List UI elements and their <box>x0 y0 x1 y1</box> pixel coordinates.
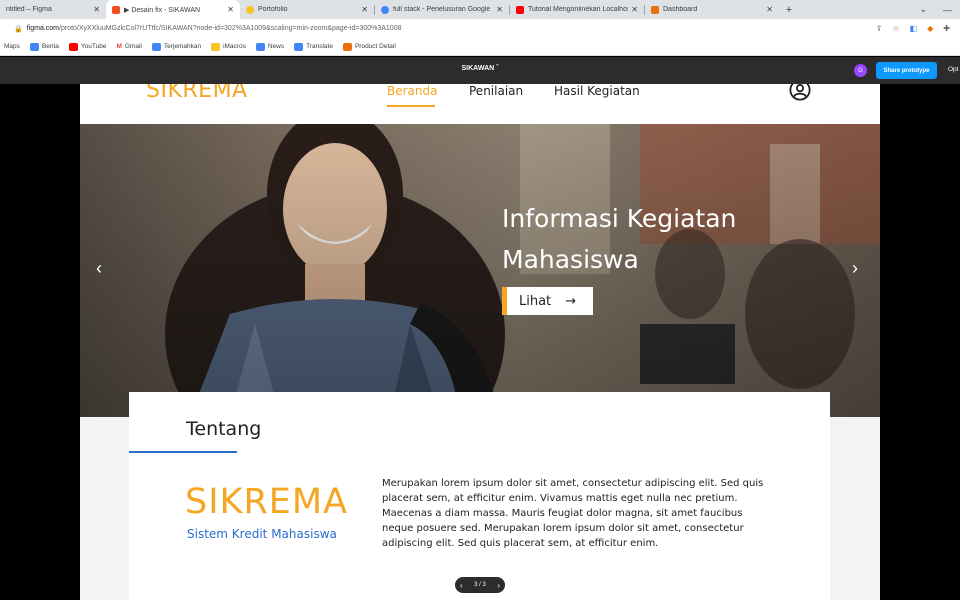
about-subtitle: Sistem Kredit Mahasiswa <box>187 527 337 541</box>
bookmark-label: Terjemahkan <box>163 43 202 50</box>
browser-tab[interactable]: Portofolio ✕ <box>240 0 374 19</box>
browser-tab-strip: ntitled – Figma ✕ ▶ Desain fix - SIKAWAN… <box>0 0 960 19</box>
address-bar-actions: ⇪ ☆ ◧ ◆ ✚ <box>876 24 960 33</box>
about-logo: SIKREMA <box>185 482 349 522</box>
new-tab-button[interactable]: + <box>779 0 799 19</box>
youtube-icon <box>68 42 78 51</box>
browser-tab-active[interactable]: ▶ Desain fix - SIKAWAN ✕ <box>106 0 240 19</box>
close-icon[interactable]: ✕ <box>227 5 234 14</box>
tab-label: Tutorial Mengonlinekan Localhost <box>528 6 629 13</box>
folder-icon <box>29 42 39 51</box>
tab-label: full stack - Penelusuran Google <box>393 6 491 13</box>
gmail-icon: M <box>116 43 122 50</box>
nav-penilaian[interactable]: Penilaian <box>469 84 523 98</box>
bookmark-label: Gmail <box>124 43 142 50</box>
prototype-frame: SIKREMA Beranda Penilaian Hasil Kegiatan <box>80 84 880 600</box>
bookmark-star-icon[interactable]: ☆ <box>892 24 899 33</box>
about-title-underline <box>129 451 237 453</box>
google-favicon-icon <box>381 5 389 14</box>
bookmark-imacros[interactable]: iMacros <box>211 42 246 51</box>
bookmark-label: Product Detail <box>354 43 396 50</box>
browser-tab[interactable]: Dashboard ✕ <box>645 0 779 19</box>
prototype-title[interactable]: SIKAWAN ˇ <box>0 65 960 72</box>
metamask-extension-icon[interactable]: ◆ <box>927 24 933 33</box>
avatar[interactable]: G <box>854 64 867 77</box>
hero-button-label: Lihat <box>519 293 552 309</box>
about-description: Merupakan lorem ipsum dolor sit amet, co… <box>382 478 764 549</box>
extensions-puzzle-icon[interactable]: ✚ <box>943 24 950 33</box>
options-button[interactable]: Opt <box>948 66 958 73</box>
bookmark-label: Berita <box>41 43 59 50</box>
tab-label: ▶ Desain fix - SIKAWAN <box>124 6 201 14</box>
site-logo[interactable]: SIKREMA <box>146 84 248 103</box>
hero-title: Informasi Kegiatan Mahasiswa <box>502 204 737 274</box>
bookmark-maps[interactable]: Maps <box>4 43 20 50</box>
nav-active-underline <box>387 105 435 107</box>
figma-favicon-icon <box>112 5 120 14</box>
translate-icon <box>151 42 161 51</box>
hero-carousel: Informasi Kegiatan Mahasiswa Lihat → ‹ › <box>80 124 880 417</box>
nav-beranda[interactable]: Beranda <box>387 84 437 98</box>
browser-tab[interactable]: Tutorial Mengonlinekan Localhost ✕ <box>510 0 644 19</box>
bookmark-label: Maps <box>4 43 20 50</box>
portfolio-favicon-icon <box>246 5 254 14</box>
tab-label: ntitled – Figma <box>6 6 52 13</box>
window-controls: ⌄ — <box>919 0 960 19</box>
lock-icon[interactable]: 🔒 <box>14 25 23 33</box>
url-path: /proto/XyXXluuMGzlcCol7rUTtfc/SIKAWAN?no… <box>59 25 402 32</box>
carousel-next-icon[interactable]: › <box>852 258 858 279</box>
bookmark-translate[interactable]: Translate <box>294 42 333 51</box>
tab-search-icon[interactable]: ⌄ <box>919 4 927 15</box>
about-section: Tentang SIKREMA Sistem Kredit Mahasiswa … <box>129 392 830 600</box>
translate-extension-icon[interactable]: ◧ <box>910 24 918 33</box>
close-icon[interactable]: ✕ <box>361 5 368 14</box>
bookmark-label: YouTube <box>80 43 107 50</box>
bookmark-news[interactable]: News <box>255 42 285 51</box>
browser-tab[interactable]: ntitled – Figma ✕ <box>0 0 106 19</box>
bookmark-label: Translate <box>306 43 333 50</box>
bookmark-product-detail[interactable]: Product Detail <box>342 42 396 51</box>
close-icon[interactable]: ✕ <box>631 5 638 14</box>
bookmark-terjemahkan[interactable]: Terjemahkan <box>151 42 202 51</box>
bookmark-youtube[interactable]: YouTube <box>68 42 107 51</box>
tab-label: Portofolio <box>258 6 288 13</box>
news-icon <box>255 42 265 51</box>
dashboard-favicon-icon <box>651 5 659 14</box>
pager-prev-icon[interactable]: ‹ <box>460 581 463 590</box>
prototype-pager: ‹ 3 / 3 › <box>455 577 505 593</box>
site-navbar: SIKREMA Beranda Penilaian Hasil Kegiatan <box>80 84 880 124</box>
arrow-right-icon: → <box>565 293 577 309</box>
bookmark-label: News <box>267 43 285 50</box>
folder-icon <box>211 42 221 51</box>
minimize-icon[interactable]: — <box>943 5 952 15</box>
user-profile-icon[interactable] <box>789 84 811 101</box>
about-title: Tentang <box>186 418 262 440</box>
close-icon[interactable]: ✕ <box>496 5 503 14</box>
pager-count: 3 / 3 <box>474 582 486 588</box>
hero-lihat-button[interactable]: Lihat → <box>502 287 593 315</box>
product-icon <box>342 42 352 51</box>
close-icon[interactable]: ✕ <box>766 5 773 14</box>
bookmark-berita[interactable]: Berita <box>29 42 59 51</box>
nav-hasil-kegiatan[interactable]: Hasil Kegiatan <box>554 84 640 98</box>
share-prototype-button[interactable]: Share prototype <box>876 62 937 79</box>
share-icon[interactable]: ⇪ <box>876 24 883 33</box>
browser-tab[interactable]: full stack - Penelusuran Google ✕ <box>375 0 509 19</box>
pager-next-icon[interactable]: › <box>497 581 500 590</box>
carousel-prev-icon[interactable]: ‹ <box>96 258 102 279</box>
figma-prototype-toolbar: SIKAWAN ˇ G Share prototype Opt <box>0 57 960 84</box>
close-icon[interactable]: ✕ <box>93 5 100 14</box>
address-bar: 🔒 figma.com/proto/XyXXluuMGzlcCol7rUTtfc… <box>0 19 960 38</box>
bookmark-label: iMacros <box>223 43 246 50</box>
translate-icon <box>294 42 304 51</box>
bookmarks-bar: Maps Berita YouTube M Gmail Terjemahkan i… <box>0 38 960 56</box>
youtube-favicon-icon <box>516 5 524 14</box>
url-field[interactable]: figma.com/proto/XyXXluuMGzlcCol7rUTtfc/S… <box>27 25 876 32</box>
url-host: figma.com <box>26 25 60 32</box>
tab-label: Dashboard <box>663 6 698 13</box>
bookmark-gmail[interactable]: M Gmail <box>116 43 141 50</box>
